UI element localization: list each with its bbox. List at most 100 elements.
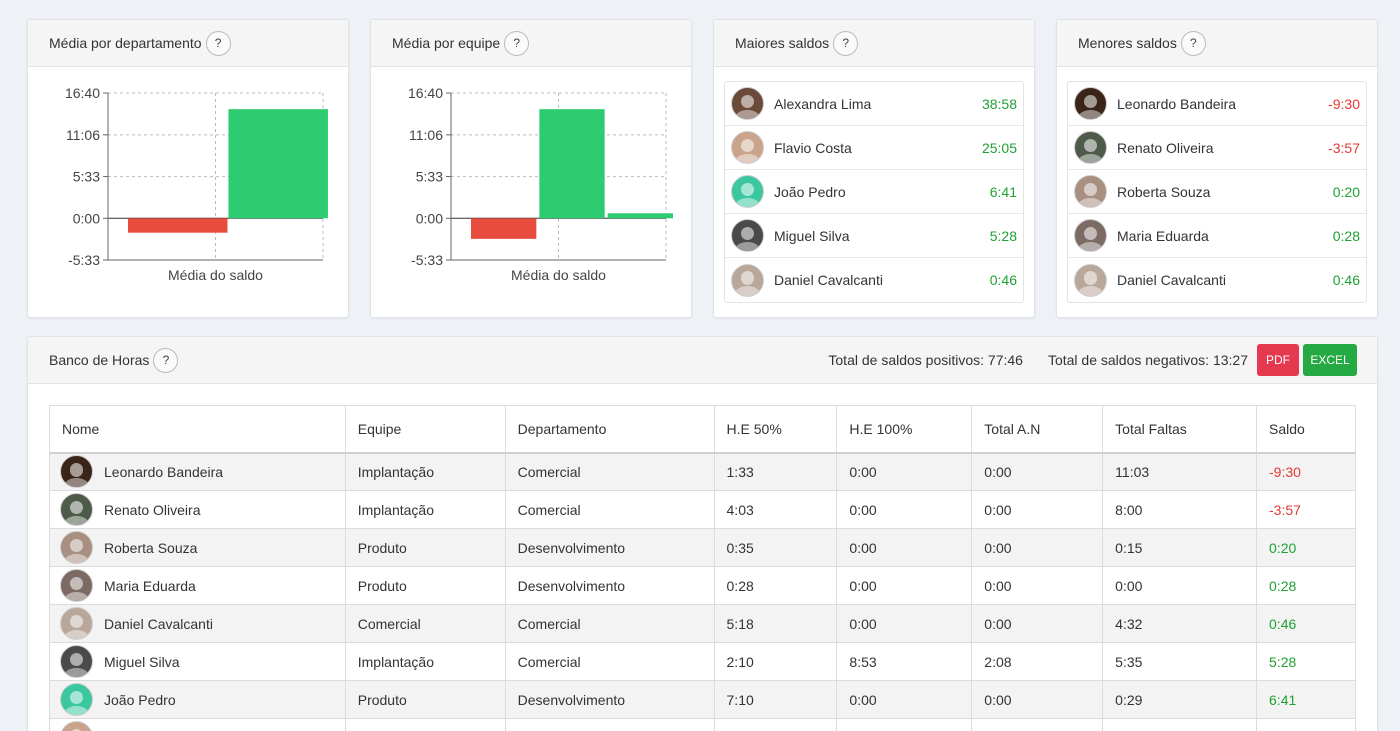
avatar	[731, 87, 764, 120]
y-tick-label: 16:40	[65, 85, 100, 101]
employee-name: Alexandra Lima	[774, 95, 872, 112]
table-row[interactable]: Roberta Souza Produto Desenvolvimento 0:35 0…	[49, 528, 1356, 567]
banco-de-horas-card: Banco de Horas ? Total de saldos positiv…	[27, 336, 1378, 731]
card-header: Maiores saldos ?	[714, 20, 1034, 67]
list-item[interactable]: Leonardo Bandeira -9:30	[1068, 82, 1366, 126]
list-item[interactable]: Flavio Costa 25:05	[725, 126, 1023, 170]
employee-name: João Pedro	[774, 183, 846, 200]
column-header[interactable]: Equipe	[344, 405, 506, 454]
cell-total-an	[971, 718, 1104, 731]
cell-total-faltas: 11:03	[1102, 452, 1258, 491]
excel-export-button[interactable]: EXCEL	[1303, 344, 1357, 376]
list-item[interactable]: Renato Oliveira -3:57	[1068, 126, 1366, 170]
y-tick-label: 0:00	[73, 210, 100, 226]
list-item[interactable]: Daniel Cavalcanti 0:46	[1068, 258, 1366, 302]
card-header: Banco de Horas ? Total de saldos positiv…	[28, 337, 1377, 384]
table-header-row: Nome Equipe Departamento H.E 50% H.E 100% Tot…	[49, 405, 1356, 454]
table-row[interactable]: João Pedro Produto Desenvolvimento 7:10 0:00…	[49, 680, 1356, 719]
employee-name: Daniel Cavalcanti	[1117, 272, 1226, 288]
balance-value: 0:20	[1332, 183, 1360, 200]
bottom-balances-list: Leonardo Bandeira -9:30 Renato Oliveira -3:…	[1067, 81, 1367, 303]
cell-name: Leonardo Bandeira	[49, 452, 346, 491]
column-header[interactable]: Departamento	[504, 405, 715, 454]
cell-total-faltas: 0:00	[1102, 566, 1258, 605]
employee-name: Daniel Cavalcanti	[774, 272, 883, 288]
table-row[interactable]: Daniel Cavalcanti Comercial Comercial 5:18 0…	[49, 604, 1356, 643]
avatar	[60, 683, 93, 716]
help-icon[interactable]: ?	[205, 30, 231, 56]
dept-average-chart: 16:40 11:06 5:33 0:00 -5:33 Média do saldo	[65, 85, 328, 283]
list-item[interactable]: Maria Eduarda 0:28	[1068, 214, 1366, 258]
avatar	[1074, 219, 1107, 252]
table-row[interactable]: Renato Oliveira Implantação Comercial 4:03 0…	[49, 490, 1356, 529]
list-item[interactable]: Roberta Souza 0:20	[1068, 170, 1366, 214]
y-tick-label: 0:00	[416, 210, 443, 226]
list-item[interactable]: Miguel Silva 5:28	[725, 214, 1023, 258]
cell-name: Roberta Souza	[49, 528, 346, 567]
employee-name: Miguel Silva	[104, 653, 180, 670]
avatar	[60, 607, 93, 640]
cell-team	[344, 718, 506, 731]
cell-total-an: 0:00	[971, 490, 1104, 529]
table-body: Leonardo Bandeira Implantação Comercial 1:3…	[49, 452, 1356, 731]
list-item[interactable]: João Pedro 6:41	[725, 170, 1023, 214]
cell-total-an: 2:08	[971, 642, 1104, 681]
card-title: Média por equipe	[392, 35, 501, 51]
cell-he100: 0:00	[836, 528, 973, 567]
cell-total-faltas: 0:29	[1102, 680, 1258, 719]
balance-value: -9:30	[1328, 95, 1360, 112]
balance-value: 0:28	[1332, 227, 1360, 244]
balance-value: 6:41	[989, 183, 1017, 200]
employee-name: Renato Oliveira	[104, 501, 201, 518]
avatar	[1074, 175, 1107, 208]
table-row[interactable]: Leonardo Bandeira Implantação Comercial 1:3…	[49, 452, 1356, 491]
list-item[interactable]: Daniel Cavalcanti 0:46	[725, 258, 1023, 302]
cell-total-an: 0:00	[971, 528, 1104, 567]
help-icon[interactable]: ?	[153, 347, 179, 373]
help-icon[interactable]: ?	[1180, 30, 1206, 56]
balance-value: -3:57	[1328, 139, 1360, 156]
cell-saldo: 0:46	[1256, 604, 1356, 643]
table-row[interactable]: Maria Eduarda Produto Desenvolvimento 0:28 0…	[49, 566, 1356, 605]
list-item[interactable]: Alexandra Lima 38:58	[725, 82, 1023, 126]
cell-total-faltas: 4:32	[1102, 604, 1258, 643]
cell-total-faltas: 8:00	[1102, 490, 1258, 529]
column-header[interactable]: Total Faltas	[1102, 405, 1258, 454]
help-icon[interactable]: ?	[833, 30, 859, 56]
pdf-export-button[interactable]: PDF	[1257, 344, 1299, 376]
avatar	[731, 219, 764, 252]
y-tick-label: -5:33	[411, 252, 443, 268]
employee-name: Roberta Souza	[1117, 183, 1211, 200]
table-row[interactable]: Miguel Silva Implantação Comercial 2:10 8:53…	[49, 642, 1356, 681]
cell-he100: 8:53	[836, 642, 973, 681]
column-header[interactable]: H.E 100%	[836, 405, 973, 454]
x-axis-label: Média do saldo	[511, 267, 606, 283]
avatar	[1074, 87, 1107, 120]
cell-team: Implantação	[344, 490, 506, 529]
column-header[interactable]: Total A.N	[971, 405, 1104, 454]
cell-department: Desenvolvimento	[504, 566, 715, 605]
cell-team: Comercial	[344, 604, 506, 643]
cell-he50: 4:03	[713, 490, 838, 529]
y-tick-label: 11:06	[409, 127, 443, 143]
cell-saldo: -9:30	[1256, 452, 1356, 491]
card-title: Maiores saldos	[735, 35, 830, 51]
cell-total-an: 0:00	[971, 566, 1104, 605]
employee-name: Maria Eduarda	[104, 577, 196, 594]
column-header[interactable]: Nome	[49, 405, 346, 454]
cell-name: Miguel Silva	[49, 642, 346, 681]
cell-saldo: 6:41	[1256, 680, 1356, 719]
column-header[interactable]: H.E 50%	[713, 405, 838, 454]
table-row[interactable]	[49, 718, 1356, 731]
cell-department	[504, 718, 715, 731]
employee-name: Leonardo Bandeira	[1117, 95, 1237, 112]
y-tick-label: 5:33	[73, 169, 100, 185]
avatar	[60, 531, 93, 564]
column-header[interactable]: Saldo	[1256, 405, 1356, 454]
avatar	[60, 493, 93, 526]
card-header: Menores saldos ?	[1057, 20, 1377, 67]
card-title: Banco de Horas	[49, 352, 150, 368]
cell-name: João Pedro	[49, 680, 346, 719]
help-icon[interactable]: ?	[504, 30, 530, 56]
avatar	[731, 131, 764, 164]
